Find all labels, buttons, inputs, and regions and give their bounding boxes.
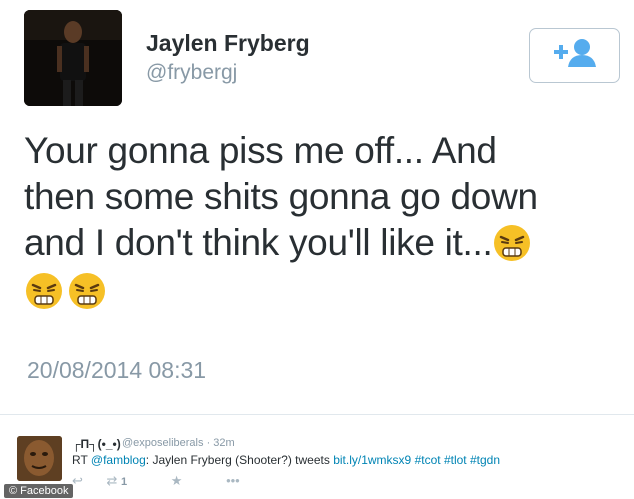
follow-button[interactable] [529,28,620,83]
emoji-line [24,268,614,314]
embedded-author-name[interactable]: ┌П┐(•_•) [72,437,121,451]
retweet-count: 1 [121,476,128,488]
retweet-icon[interactable]: ⇄ 1 [107,473,128,489]
tweet-text: Your gonna piss me off... And then some … [24,128,614,314]
tweet-timestamp[interactable]: 20/08/2014 08:31 [27,357,206,384]
embedded-tweet-text: RT @famblog: Jaylen Fryberg (Shooter?) t… [72,453,500,467]
facebook-watermark: © Facebook [4,484,74,498]
url-link[interactable]: bit.ly/1wmksx9 [333,453,411,467]
hashtag-link[interactable]: #tlot [444,453,467,467]
persevering-face-emoji-icon [67,271,107,311]
divider [0,414,634,415]
embedded-avatar[interactable] [17,436,62,481]
more-icon[interactable]: ••• [226,473,240,488]
persevering-face-emoji-icon [24,271,64,311]
author-name[interactable]: Jaylen Fryberg [146,30,310,57]
hashtag-link[interactable]: #tcot [415,453,441,467]
mention-link[interactable]: @famblog [91,453,146,467]
hashtag-link[interactable]: #tgdn [470,453,500,467]
profile-avatar[interactable] [24,10,122,106]
embedded-actions: ↩ ⇄ 1 ★ ••• [72,473,260,489]
embedded-tweet[interactable]: ┌П┐(•_•) @exposeliberals · 32m RT @fambl… [0,428,634,499]
tweet-line: then some shits gonna go down [24,176,538,217]
reply-icon[interactable]: ↩ [72,473,83,489]
tweet-line: Your gonna piss me off... And [24,130,497,171]
embedded-author-handle[interactable]: @exposeliberals · 32m [122,437,235,449]
add-user-icon [552,37,598,74]
favorite-icon[interactable]: ★ [171,473,183,489]
tweet-line: and I don't think you'll like it... [24,220,614,266]
persevering-face-emoji-icon [492,223,532,263]
author-handle[interactable]: @frybergj [146,61,237,85]
